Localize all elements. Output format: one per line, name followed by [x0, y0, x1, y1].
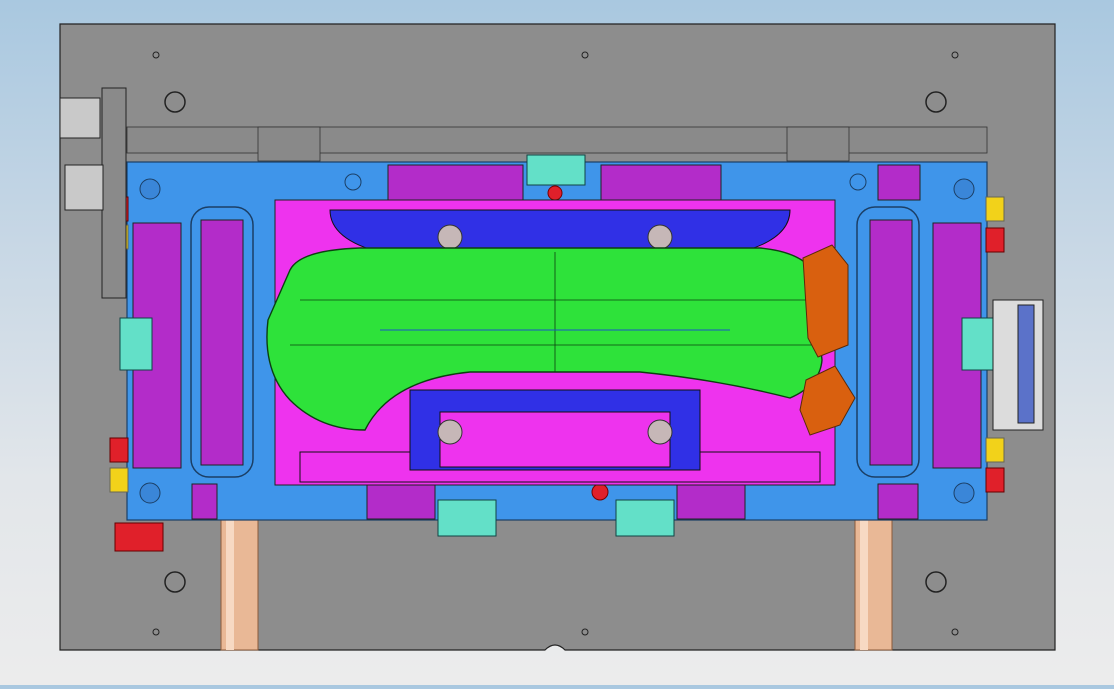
- cad-viewport[interactable]: [0, 0, 1114, 685]
- mold-3d-view[interactable]: [0, 0, 1114, 685]
- terminal-block[interactable]: [992, 299, 1044, 431]
